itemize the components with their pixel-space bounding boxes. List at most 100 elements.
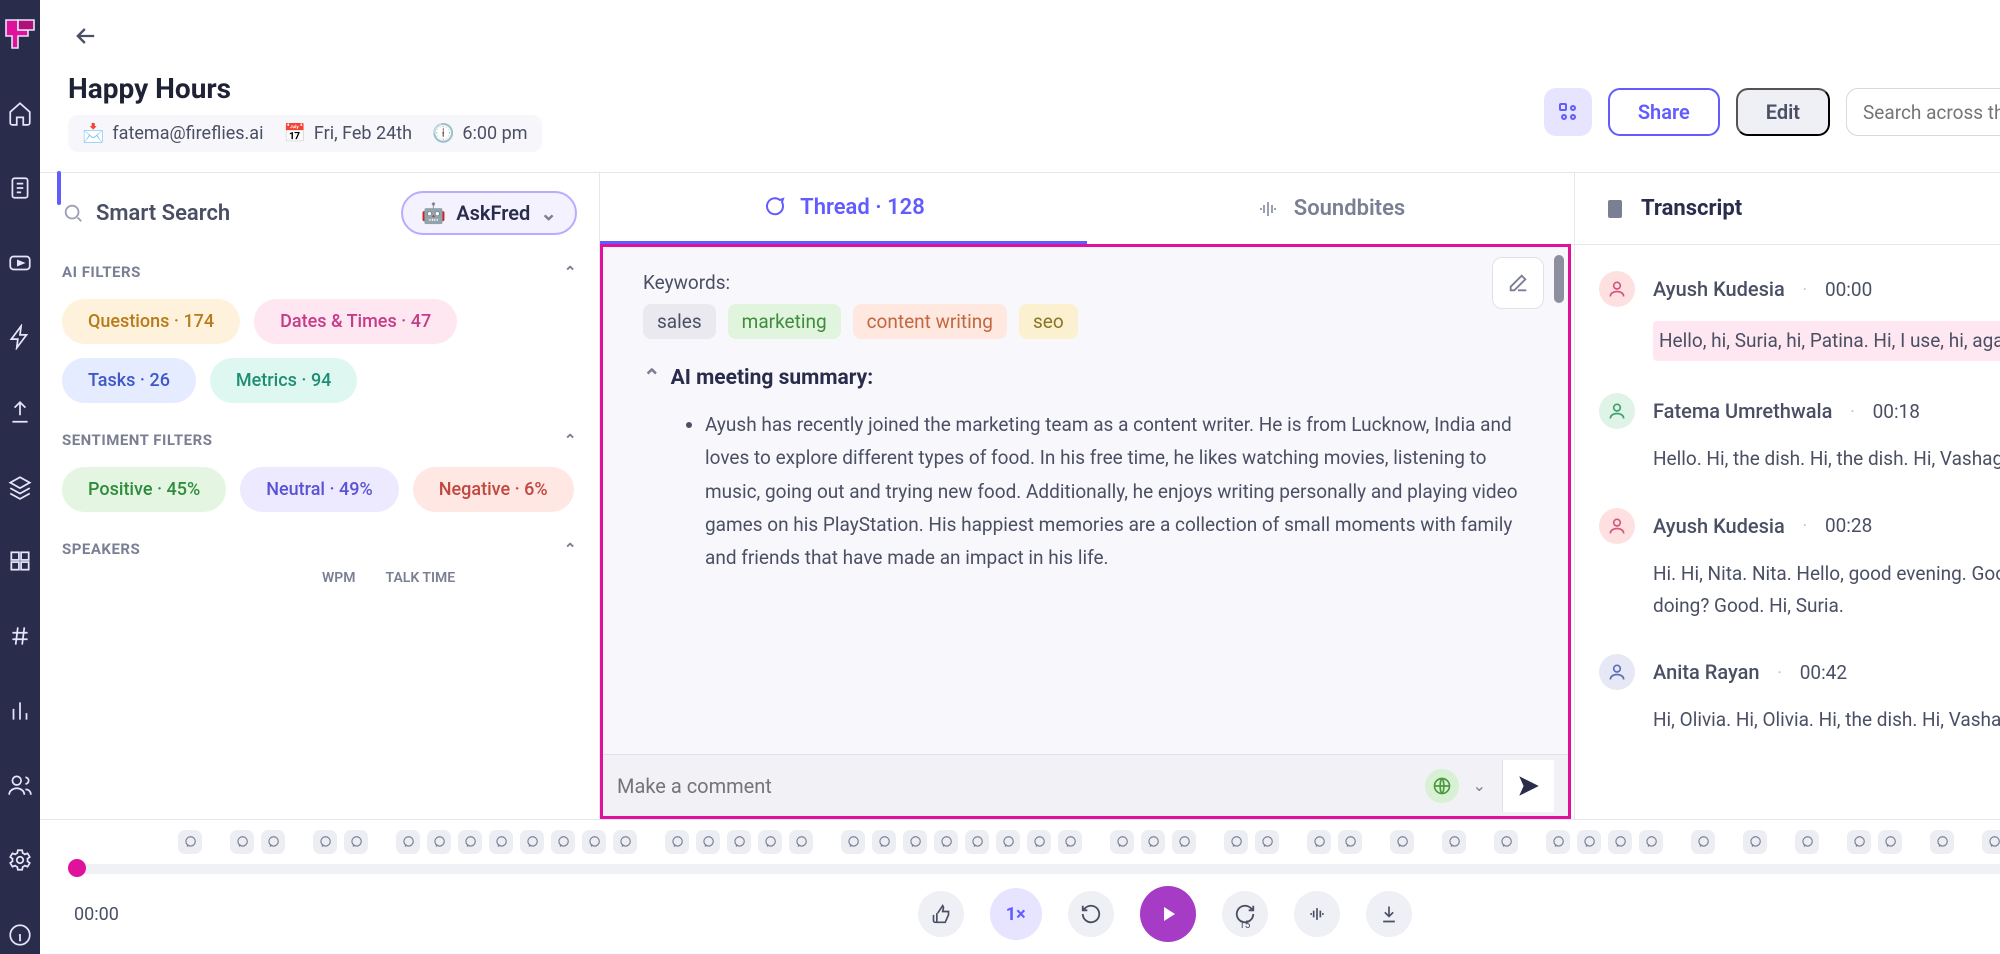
marker-cluster[interactable] — [841, 830, 1082, 854]
comment-input[interactable] — [617, 774, 1425, 798]
comment-marker-icon[interactable] — [344, 830, 368, 854]
transcript-turn[interactable]: Fatema Umrethwala · 00:18 Hello. Hi, the… — [1599, 377, 2000, 491]
marker-cluster[interactable] — [1982, 830, 2000, 854]
marker-cluster[interactable] — [1494, 830, 1518, 854]
comment-marker-icon[interactable] — [934, 830, 958, 854]
marker-cluster[interactable] — [313, 830, 368, 854]
comment-marker-icon[interactable] — [1546, 830, 1570, 854]
marker-cluster[interactable] — [1743, 830, 1767, 854]
comment-marker-icon[interactable] — [1795, 830, 1819, 854]
comment-marker-icon[interactable] — [1141, 830, 1165, 854]
comment-marker-icon[interactable] — [230, 830, 254, 854]
comment-marker-icon[interactable] — [1691, 830, 1715, 854]
marker-cluster[interactable] — [1390, 830, 1414, 854]
speed-button[interactable]: 1× — [990, 888, 1042, 940]
summary-heading[interactable]: ⌃ AI meeting summary: — [643, 365, 1528, 390]
share-team-button[interactable] — [1544, 88, 1592, 136]
back-button[interactable] — [68, 18, 104, 54]
comment-marker-icon[interactable] — [872, 830, 896, 854]
transcript-turn[interactable]: Ayush Kudesia · 00:00 Hello, hi, Suria, … — [1599, 255, 2000, 377]
chevron-up-icon[interactable]: ⌃ — [564, 263, 577, 281]
visibility-dropdown[interactable]: ⌄ — [1463, 776, 1496, 795]
nav-settings-icon[interactable] — [0, 841, 40, 880]
nav-bolt-icon[interactable] — [0, 318, 40, 357]
nav-video-icon[interactable] — [0, 243, 40, 282]
comment-marker-icon[interactable] — [396, 830, 420, 854]
comment-marker-icon[interactable] — [613, 830, 637, 854]
forward-15-button[interactable]: 15 — [1222, 891, 1268, 937]
chip-tasks[interactable]: Tasks · 26 — [62, 358, 196, 403]
transcript-search[interactable] — [1846, 88, 2000, 136]
rewind-button[interactable] — [1068, 891, 1114, 937]
nav-info-icon[interactable] — [0, 915, 40, 954]
chip-negative[interactable]: Negative · 6% — [413, 467, 574, 512]
thumbs-up-button[interactable] — [918, 891, 964, 937]
comment-marker-icon[interactable] — [965, 830, 989, 854]
transcript-turn[interactable]: Ayush Kudesia · 00:28 Hi. Hi, Nita. Nita… — [1599, 492, 2000, 639]
download-button[interactable] — [1366, 891, 1412, 937]
comment-marker-icon[interactable] — [489, 830, 513, 854]
keyword-chip[interactable]: seo — [1019, 304, 1078, 339]
comment-marker-icon[interactable] — [1847, 830, 1871, 854]
comment-marker-icon[interactable] — [1027, 830, 1051, 854]
comment-marker-icon[interactable] — [1110, 830, 1134, 854]
nav-upload-icon[interactable] — [0, 393, 40, 432]
visibility-globe-icon[interactable] — [1425, 769, 1459, 803]
comment-marker-icon[interactable] — [1577, 830, 1601, 854]
share-button[interactable]: Share — [1608, 88, 1720, 136]
transcript-search-input[interactable] — [1863, 101, 2000, 124]
waveform-button[interactable] — [1294, 891, 1340, 937]
playhead[interactable] — [68, 859, 86, 877]
tab-thread[interactable]: Thread · 128 — [600, 173, 1087, 244]
marker-cluster[interactable] — [1847, 830, 1902, 854]
comment-marker-icon[interactable] — [841, 830, 865, 854]
nav-analytics-icon[interactable] — [0, 691, 40, 730]
marker-cluster[interactable] — [1307, 830, 1362, 854]
comment-marker-icon[interactable] — [1255, 830, 1279, 854]
marker-cluster[interactable] — [1110, 830, 1196, 854]
nav-contacts-icon[interactable] — [0, 766, 40, 805]
nav-notes-icon[interactable] — [0, 169, 40, 208]
comment-marker-icon[interactable] — [696, 830, 720, 854]
comment-marker-icon[interactable] — [1390, 830, 1414, 854]
chip-metrics[interactable]: Metrics · 94 — [210, 358, 358, 403]
marker-cluster[interactable] — [1224, 830, 1279, 854]
chevron-up-icon[interactable]: ⌃ — [564, 540, 577, 558]
marker-cluster[interactable] — [396, 830, 637, 854]
send-comment-button[interactable] — [1502, 760, 1554, 812]
keyword-chip[interactable]: sales — [643, 304, 716, 339]
comment-marker-icon[interactable] — [1608, 830, 1632, 854]
chip-questions[interactable]: Questions · 174 — [62, 299, 240, 344]
askfred-button[interactable]: 🤖 AskFred ⌄ — [401, 191, 577, 235]
comment-marker-icon[interactable] — [427, 830, 451, 854]
chevron-up-icon[interactable]: ⌃ — [564, 431, 577, 449]
comment-marker-icon[interactable] — [1338, 830, 1362, 854]
comment-marker-icon[interactable] — [789, 830, 813, 854]
comment-marker-icon[interactable] — [903, 830, 927, 854]
comment-marker-icon[interactable] — [1930, 830, 1954, 854]
transcript-turn[interactable]: Anita Rayan · 00:42 Hi, Olivia. Hi, Oliv… — [1599, 638, 2000, 752]
edit-note-button[interactable] — [1492, 257, 1544, 309]
marker-cluster[interactable] — [1691, 830, 1715, 854]
comment-marker-icon[interactable] — [520, 830, 544, 854]
comment-marker-icon[interactable] — [758, 830, 782, 854]
keyword-chip[interactable]: content writing — [853, 304, 1007, 339]
seek-bar[interactable] — [68, 864, 2000, 874]
comment-marker-icon[interactable] — [996, 830, 1020, 854]
comment-marker-icon[interactable] — [1307, 830, 1331, 854]
chip-dates[interactable]: Dates & Times · 47 — [254, 299, 457, 344]
nav-home-icon[interactable] — [0, 94, 40, 133]
marker-cluster[interactable] — [1546, 830, 1663, 854]
marker-cluster[interactable] — [1795, 830, 1819, 854]
marker-cluster[interactable] — [178, 830, 202, 854]
keyword-chip[interactable]: marketing — [728, 304, 841, 339]
nav-hash-icon[interactable] — [0, 617, 40, 656]
comment-marker-icon[interactable] — [1442, 830, 1466, 854]
comment-marker-icon[interactable] — [1058, 830, 1082, 854]
chip-neutral[interactable]: Neutral · 49% — [240, 467, 399, 512]
play-button[interactable] — [1140, 886, 1196, 942]
marker-cluster[interactable] — [1930, 830, 1954, 854]
comment-marker-icon[interactable] — [1172, 830, 1196, 854]
comment-marker-icon[interactable] — [1982, 830, 2000, 854]
scroll-thumb[interactable] — [1554, 255, 1564, 303]
